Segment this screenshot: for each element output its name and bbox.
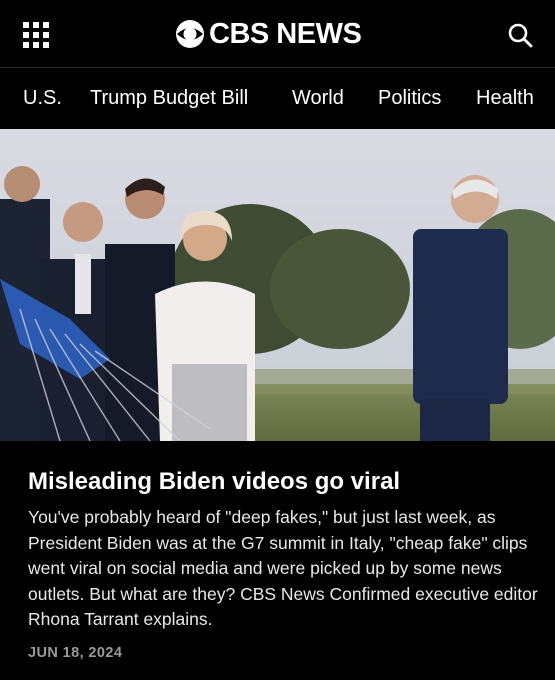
grid-menu-icon[interactable] (23, 22, 49, 48)
article-headline[interactable]: Misleading Biden videos go viral (28, 468, 400, 496)
nav-item-world[interactable]: World (292, 87, 344, 110)
hero-image (0, 129, 555, 441)
video-thumbnail[interactable] (0, 129, 555, 441)
logo-text: CBS NEWS (209, 18, 362, 50)
cbs-eye-icon (176, 20, 204, 48)
nav-item-politics[interactable]: Politics (378, 87, 441, 110)
article-summary: You've probably heard of "deep fakes," b… (28, 507, 538, 629)
nav-item-us[interactable]: U.S. (23, 87, 62, 110)
nav-item-trump-budget-bill[interactable]: Trump Budget Bill (90, 87, 248, 110)
article-date: JUN 18, 2024 (28, 645, 123, 661)
nav-item-health[interactable]: Health (476, 87, 534, 110)
search-icon[interactable] (507, 22, 533, 48)
cbs-news-logo[interactable]: CBS NEWS (175, 16, 362, 52)
top-bar: CBS NEWS (0, 0, 555, 67)
section-nav: U.S. Trump Budget Bill World Politics He… (0, 67, 555, 130)
